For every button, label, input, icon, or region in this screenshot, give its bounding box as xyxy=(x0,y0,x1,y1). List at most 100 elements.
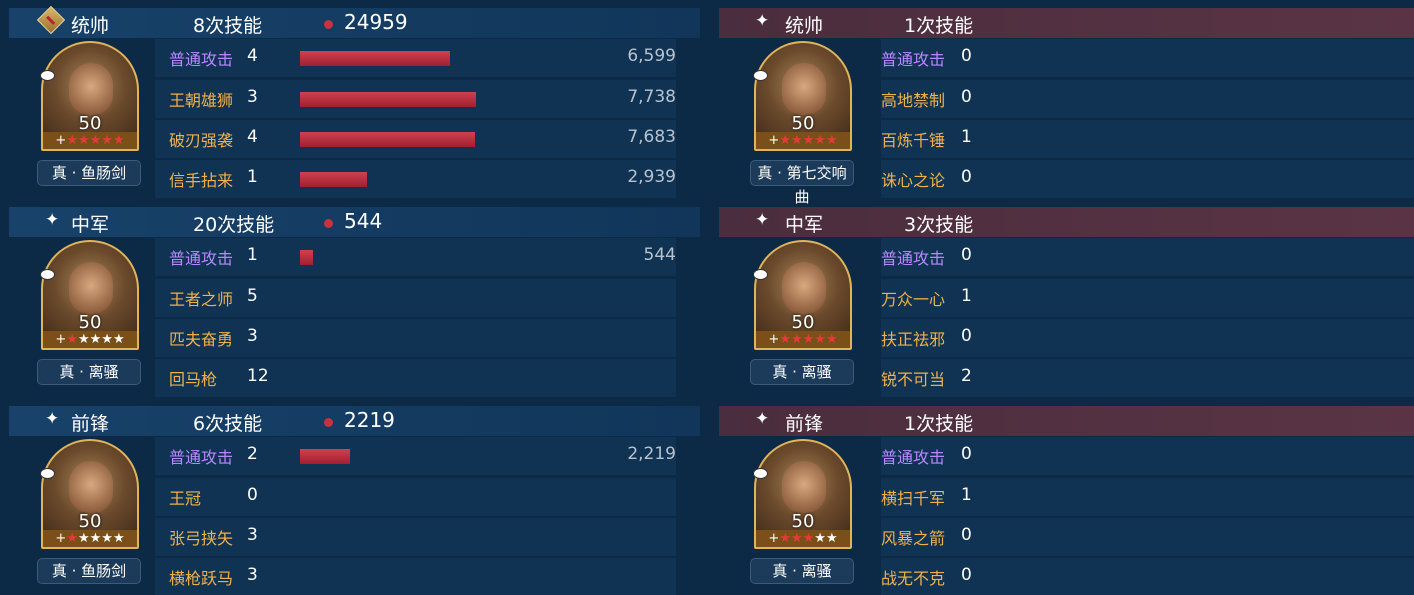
hero-level: 50 xyxy=(78,113,102,134)
hero-section: 统帅 8次技能 24959 50 +★★★★★ 真 · 鱼肠剑 普通攻击 4 6,599 王朝雄狮… xyxy=(0,0,700,198)
skill-level: 1 xyxy=(961,127,972,147)
skill-row: 张弓挟矢 3 xyxy=(155,518,676,556)
section-header: ✦ 中军 20次技能 544 xyxy=(9,207,700,237)
sparkle-icon: ✦ xyxy=(755,409,770,429)
star-rating: +★★★★★ xyxy=(756,331,850,348)
skill-count: 20次技能 xyxy=(193,214,275,236)
skill-name: 百炼千锤 xyxy=(881,131,946,150)
weapon-label[interactable]: 真 · 离骚 xyxy=(750,359,854,385)
section-header: ✦ 前锋 1次技能 xyxy=(719,406,1414,436)
mount-icon xyxy=(40,269,55,280)
skill-row: 战无不克 0 xyxy=(881,558,1414,595)
skill-level: 2 xyxy=(247,444,258,464)
skill-row: 信手拈来 1 2,939 xyxy=(155,160,676,198)
marshal-badge-icon xyxy=(36,5,66,35)
hero-portrait[interactable]: 50 +★★★★★ xyxy=(754,439,852,549)
sparkle-icon: ✦ xyxy=(755,210,770,230)
skill-row: 锐不可当 2 xyxy=(881,359,1414,397)
skill-level: 1 xyxy=(247,245,258,265)
hero-face xyxy=(69,262,113,314)
ally-team-panel: 统帅 8次技能 24959 50 +★★★★★ 真 · 鱼肠剑 普通攻击 4 6,599 王朝雄狮… xyxy=(0,0,700,595)
skill-name: 横扫千军 xyxy=(881,489,946,508)
mount-icon xyxy=(753,468,768,479)
skill-level: 2 xyxy=(961,366,972,386)
skill-level: 4 xyxy=(247,46,258,66)
skill-name: 扶正祛邪 xyxy=(881,330,946,349)
hero-level: 50 xyxy=(78,312,102,333)
sparkle-icon: ✦ xyxy=(45,210,60,230)
skill-name: 普通攻击 xyxy=(169,249,234,268)
skill-row: 普通攻击 4 6,599 xyxy=(155,39,676,77)
skill-row: 回马枪 12 xyxy=(155,359,676,397)
mount-icon xyxy=(40,468,55,479)
skill-row: 风暴之箭 0 xyxy=(881,518,1414,556)
skill-name: 回马枪 xyxy=(169,370,218,389)
hero-portrait[interactable]: 50 +★★★★★ xyxy=(754,240,852,350)
hero-face xyxy=(782,461,826,513)
skill-level: 1 xyxy=(961,286,972,306)
skill-name: 诛心之论 xyxy=(881,171,946,190)
skill-name: 普通攻击 xyxy=(169,50,234,69)
damage-dot-icon xyxy=(324,20,333,29)
weapon-label[interactable]: 真 · 离骚 xyxy=(37,359,141,385)
skill-level: 0 xyxy=(247,485,258,505)
skill-damage: 2,219 xyxy=(627,444,676,464)
hero-portrait[interactable]: 50 +★★★★★ xyxy=(41,439,139,549)
skill-level: 12 xyxy=(247,366,269,386)
skill-name: 破刃强袭 xyxy=(169,131,234,150)
skill-damage: 6,599 xyxy=(627,46,676,66)
skill-name: 战无不克 xyxy=(881,569,946,588)
hero-portrait[interactable]: 50 +★★★★★ xyxy=(41,41,139,151)
skill-name: 张弓挟矢 xyxy=(169,529,234,548)
total-damage: 544 xyxy=(344,209,383,233)
weapon-label[interactable]: 真 · 鱼肠剑 xyxy=(37,558,141,584)
hero-level: 50 xyxy=(791,511,815,532)
skill-level: 3 xyxy=(247,326,258,346)
damage-bar xyxy=(300,449,350,464)
damage-bar xyxy=(300,132,475,147)
skill-level: 1 xyxy=(247,167,258,187)
role-label: 中军 xyxy=(71,214,110,236)
section-header: ✦ 统帅 1次技能 xyxy=(719,8,1414,38)
skill-level: 3 xyxy=(247,525,258,545)
hero-section: ✦ 中军 20次技能 544 50 +★★★★★ 真 · 离骚 普通攻击 1 544 王者之师 5 匹夫… xyxy=(0,199,700,397)
skill-row: 破刃强袭 4 7,683 xyxy=(155,120,676,158)
hero-section: ✦ 中军 3次技能 50 +★★★★★ 真 · 离骚 普通攻击 0 万众一心 1 扶正祛邪 0 锐不可当… xyxy=(713,199,1414,397)
hero-portrait[interactable]: 50 +★★★★★ xyxy=(41,240,139,350)
skill-row: 横枪跃马 3 xyxy=(155,558,676,595)
hero-level: 50 xyxy=(791,113,815,134)
skill-damage: 544 xyxy=(643,245,676,265)
star-rating: +★★★★★ xyxy=(43,530,137,547)
total-damage: 24959 xyxy=(344,10,408,34)
skill-row: 王朝雄狮 3 7,738 xyxy=(155,80,676,118)
skill-name: 普通攻击 xyxy=(169,448,234,467)
skill-level: 0 xyxy=(961,245,972,265)
weapon-label[interactable]: 真 · 第七交响曲 xyxy=(750,160,854,206)
skill-level: 0 xyxy=(961,525,972,545)
damage-dot-icon xyxy=(324,219,333,228)
hero-level: 50 xyxy=(78,511,102,532)
skill-row: 诛心之论 0 xyxy=(881,160,1414,198)
skill-row: 普通攻击 0 xyxy=(881,238,1414,276)
skill-damage: 7,738 xyxy=(627,87,676,107)
hero-portrait[interactable]: 50 +★★★★★ xyxy=(754,41,852,151)
skill-row: 横扫千军 1 xyxy=(881,478,1414,516)
skill-row: 万众一心 1 xyxy=(881,279,1414,317)
skill-level: 0 xyxy=(961,326,972,346)
role-label: 统帅 xyxy=(71,15,110,37)
damage-dot-icon xyxy=(324,418,333,427)
skill-row: 普通攻击 0 xyxy=(881,39,1414,77)
skill-level: 5 xyxy=(247,286,258,306)
damage-bar xyxy=(300,172,367,187)
star-rating: +★★★★★ xyxy=(756,530,850,547)
skill-name: 横枪跃马 xyxy=(169,569,234,588)
weapon-label[interactable]: 真 · 鱼肠剑 xyxy=(37,160,141,186)
skill-damage: 7,683 xyxy=(627,127,676,147)
skill-name: 风暴之箭 xyxy=(881,529,946,548)
skill-row: 王冠 0 xyxy=(155,478,676,516)
skill-row: 普通攻击 0 xyxy=(881,437,1414,475)
skill-row: 百炼千锤 1 xyxy=(881,120,1414,158)
skill-name: 匹夫奋勇 xyxy=(169,330,234,349)
weapon-label[interactable]: 真 · 离骚 xyxy=(750,558,854,584)
skill-level: 3 xyxy=(247,87,258,107)
